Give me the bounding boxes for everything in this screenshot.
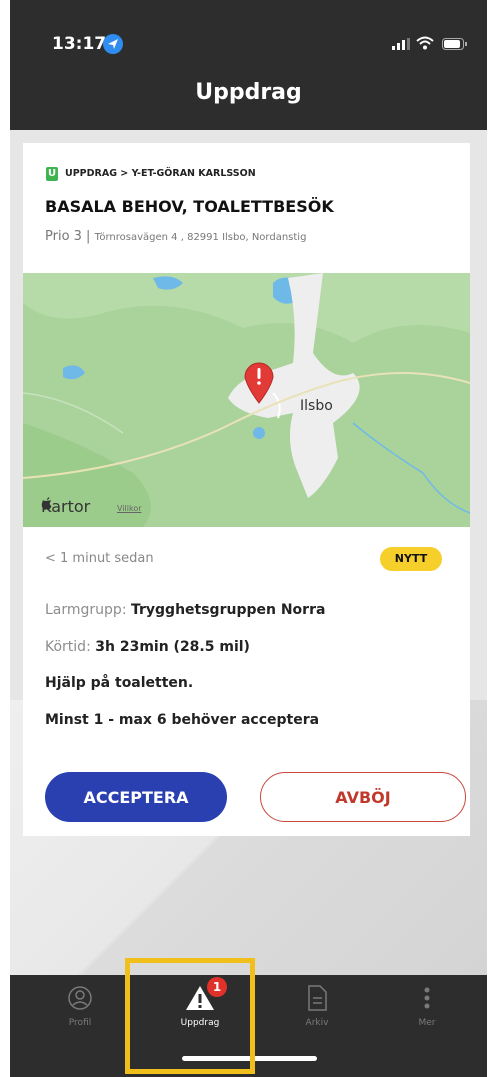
assignment-card[interactable]: U UPPDRAG > Y-ET-GÖRAN KARLSSON BASALA B…	[23, 143, 470, 836]
screen: 13:17 Uppdrag U UPPDRAG > Y-ET-GÖRAN KAR…	[10, 0, 487, 1077]
assignment-meta: Prio 3 | Törnrosavägen 4 , 82991 Ilsbo, …	[45, 229, 306, 244]
assignment-note: Hjälp på toaletten.	[45, 675, 194, 691]
location-icon	[103, 34, 123, 54]
active-tab-highlight	[125, 958, 255, 1074]
status-bar: 13:17	[10, 28, 487, 64]
more-icon	[424, 987, 430, 1009]
page-title: Uppdrag	[195, 80, 302, 105]
tab-arkiv[interactable]: Arkiv	[272, 985, 362, 1028]
kortid-row: Körtid: 3h 23min (28.5 mil)	[45, 639, 250, 655]
assignment-title: BASALA BEHOV, TOALETTBESÖK	[45, 197, 334, 216]
priority: Prio 3 |	[45, 229, 91, 244]
app-header: 13:17 Uppdrag	[10, 0, 487, 130]
map-place-label: Ilsbo	[300, 398, 333, 414]
map-legal-link[interactable]: Villkor	[117, 504, 142, 513]
tab-mer-label: Mer	[418, 1018, 436, 1028]
time-ago: < 1 minut sedan	[45, 551, 154, 566]
larmgrupp-row: Larmgrupp: Trygghetsgruppen Norra	[45, 602, 325, 618]
map-pin-icon[interactable]	[241, 359, 277, 405]
battery-icon	[442, 38, 467, 50]
wifi-icon	[416, 36, 434, 50]
assignment-card-header: U UPPDRAG > Y-ET-GÖRAN KARLSSON BASALA B…	[23, 143, 470, 273]
tab-arkiv-label: Arkiv	[305, 1018, 329, 1028]
map-view[interactable]: Ilsbo Kartor Villkor	[23, 273, 470, 527]
profile-icon	[68, 986, 92, 1010]
apple-logo-icon	[41, 497, 52, 510]
document-icon	[308, 985, 327, 1011]
accept-rule: Minst 1 - max 6 behöver acceptera	[45, 712, 320, 728]
address: Törnrosavägen 4 , 82991 Ilsbo, Nordansti…	[94, 232, 307, 243]
tab-profil[interactable]: Profil	[35, 985, 125, 1028]
larmgrupp-label: Larmgrupp:	[45, 602, 131, 618]
category-badge: U	[46, 167, 58, 181]
map-attribution: Kartor	[41, 497, 90, 516]
tab-profil-label: Profil	[68, 1018, 92, 1028]
decline-button[interactable]: AVBÖJ	[260, 772, 466, 822]
accept-button[interactable]: ACCEPTERA	[45, 772, 227, 822]
kortid-value: 3h 23min (28.5 mil)	[95, 639, 250, 655]
larmgrupp-value: Trygghetsgruppen Norra	[130, 602, 326, 618]
tab-mer[interactable]: Mer	[382, 985, 472, 1028]
breadcrumb: UPPDRAG > Y-ET-GÖRAN KARLSSON	[65, 168, 256, 179]
kortid-label: Körtid:	[45, 639, 96, 655]
status-badge: NYTT	[380, 547, 442, 571]
status-time: 13:17	[52, 34, 107, 54]
signal-icon	[392, 38, 410, 50]
